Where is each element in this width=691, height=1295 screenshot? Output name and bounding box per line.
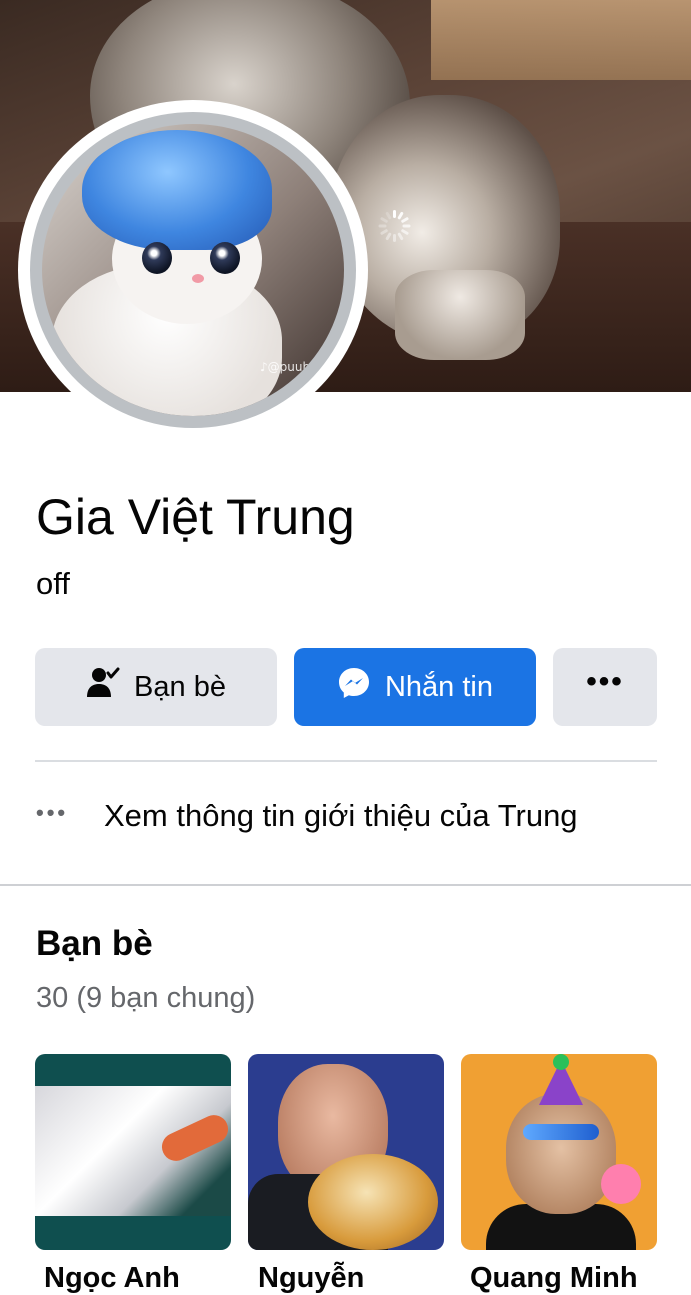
- friend-card-photo[interactable]: [248, 1054, 444, 1250]
- loading-spinner-icon: [378, 210, 410, 242]
- avatar-nose: [192, 274, 204, 283]
- message-button[interactable]: Nhắn tin: [294, 648, 536, 726]
- friends-button[interactable]: Bạn bè: [35, 648, 277, 726]
- friends-button-label: Bạn bè: [134, 670, 226, 703]
- about-link-label: Xem thông tin giới thiệu của Trung: [104, 798, 578, 833]
- more-button[interactable]: •••: [553, 648, 657, 726]
- friend-name[interactable]: Ngọc Anh: [44, 1262, 180, 1295]
- avatar-blue-wig: [82, 130, 272, 250]
- about-link[interactable]: ••• Xem thông tin giới thiệu của Trung: [36, 798, 578, 834]
- friend-card-photo[interactable]: [461, 1054, 657, 1250]
- messenger-icon: [337, 666, 371, 708]
- more-dots-icon: •••: [586, 665, 624, 698]
- friend-photo-ape-head: [506, 1094, 616, 1214]
- avatar-right-eye: [210, 242, 240, 274]
- cover-cat-legs: [395, 270, 525, 360]
- party-hat-pom: [553, 1054, 569, 1070]
- friends-section-title: Bạn bè: [36, 924, 153, 963]
- friend-photo-glasses: [523, 1124, 599, 1140]
- person-check-icon: [86, 666, 120, 708]
- avatar-left-eye: [142, 242, 172, 274]
- avatar-watermark: ♪@puub: [260, 360, 311, 374]
- section-separator: [0, 884, 691, 886]
- more-dots-icon: •••: [36, 800, 69, 825]
- friend-card-photo[interactable]: [35, 1054, 231, 1250]
- friend-photo-bubblegum: [601, 1164, 641, 1204]
- friend-name[interactable]: Quang Minh: [470, 1262, 638, 1295]
- friend-photo-dog: [308, 1154, 438, 1250]
- divider: [35, 760, 657, 762]
- friend-photo-content: [35, 1086, 231, 1216]
- friend-name[interactable]: Nguyễn: [258, 1262, 364, 1295]
- profile-name: Gia Việt Trung: [36, 489, 355, 545]
- profile-bio: off: [36, 566, 70, 601]
- friends-count: 30 (9 bạn chung): [36, 982, 256, 1014]
- avatar[interactable]: ♪@puub: [42, 124, 344, 416]
- message-button-label: Nhắn tin: [384, 670, 493, 703]
- cover-wall: [431, 0, 691, 80]
